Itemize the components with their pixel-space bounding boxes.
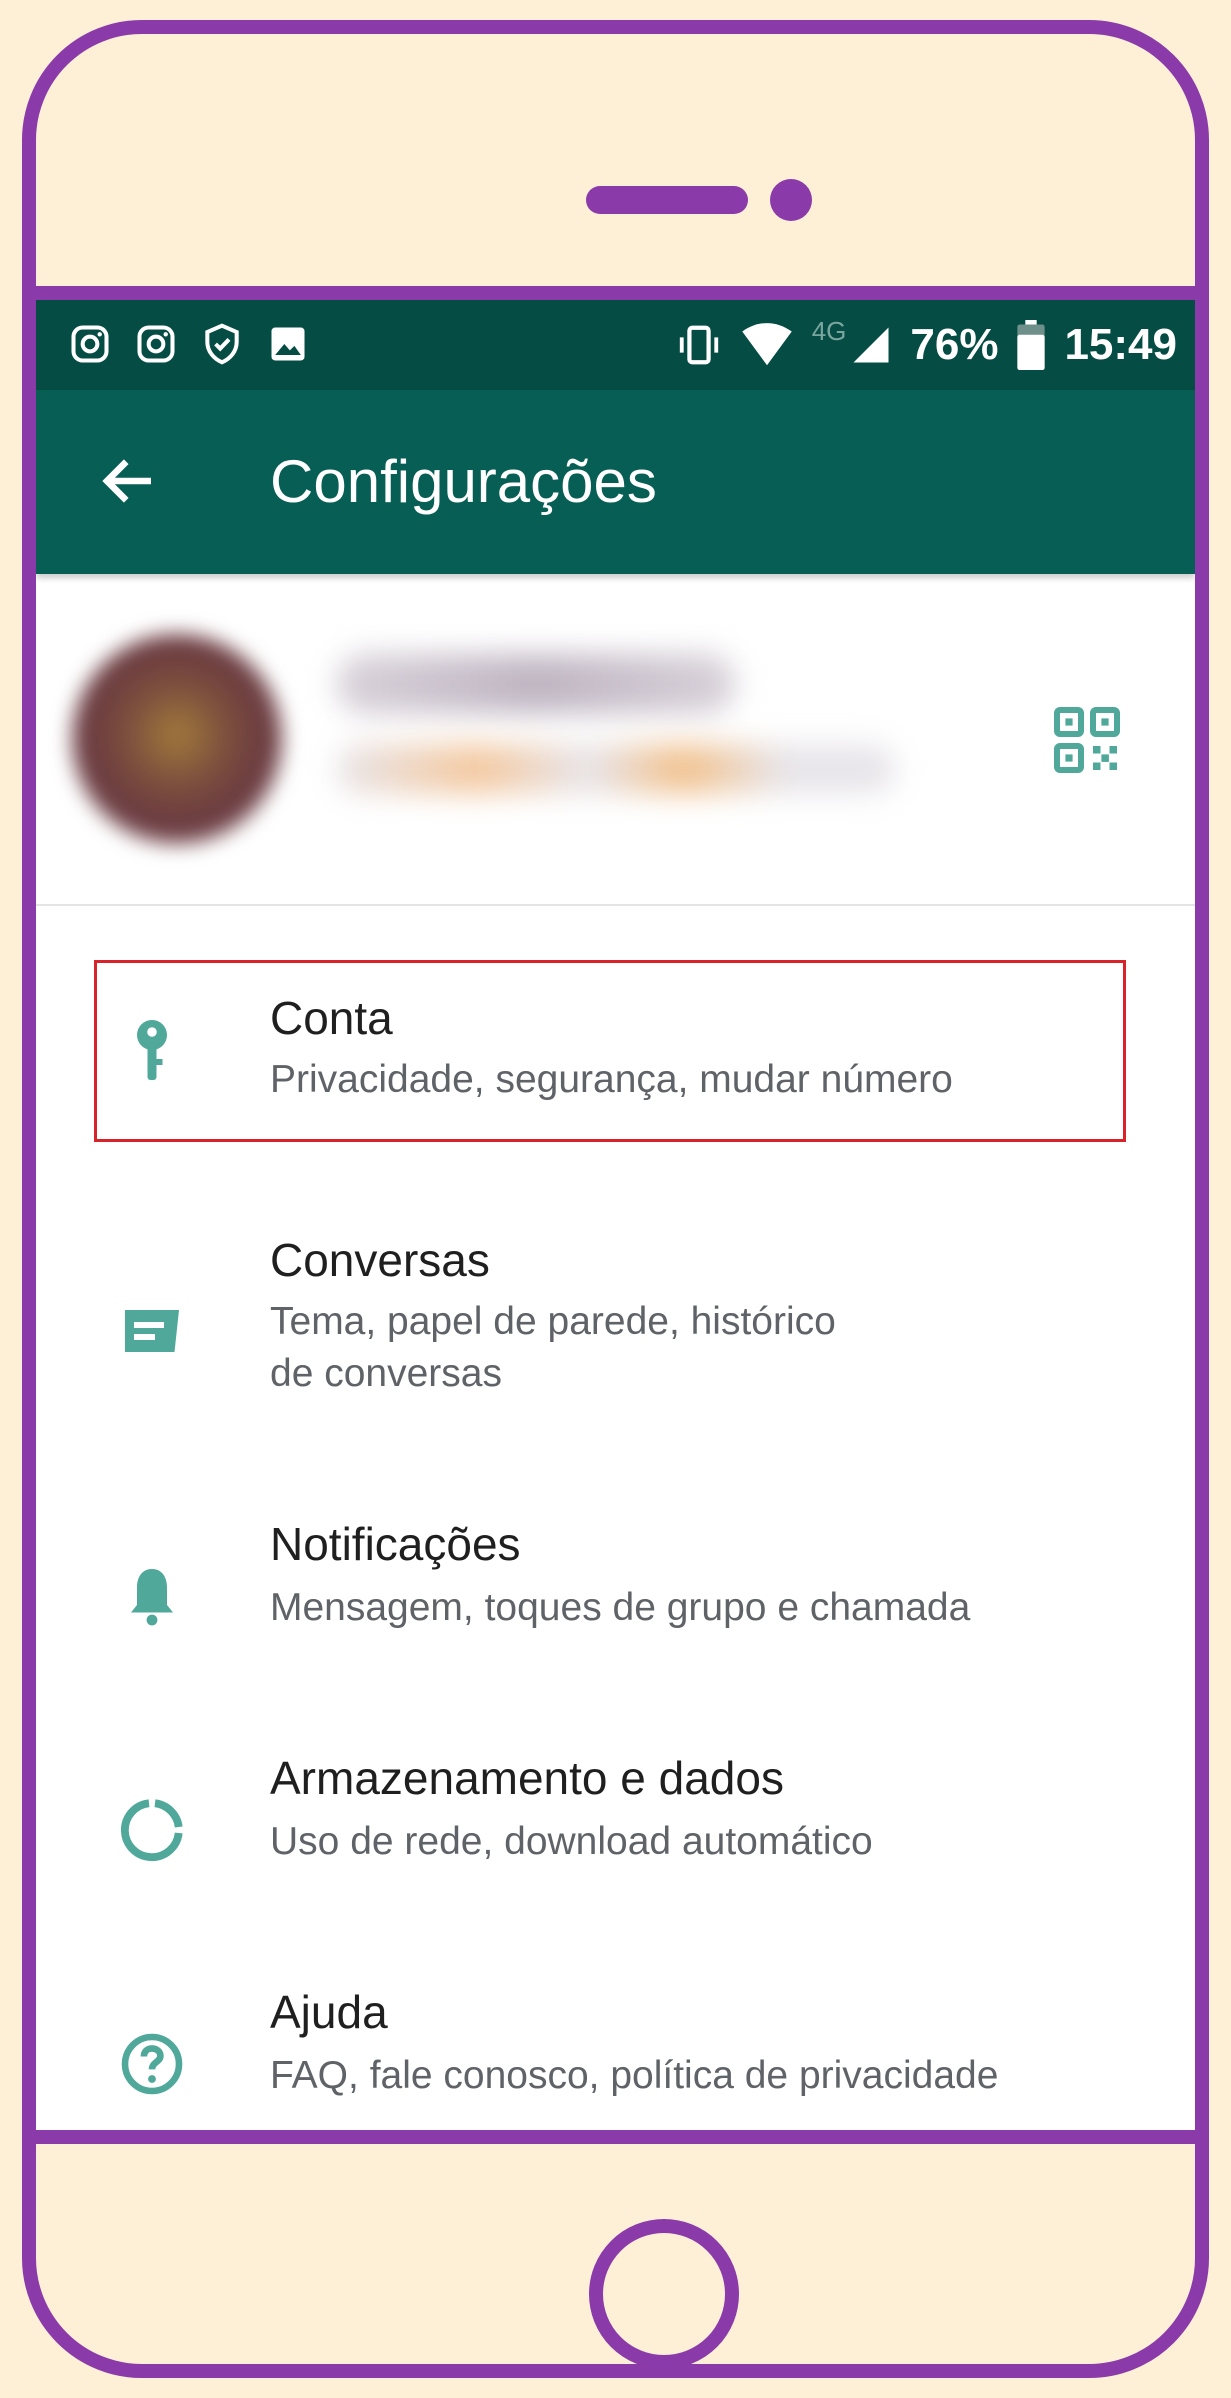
clock: 15:49 [1064, 320, 1177, 369]
phone-speaker [586, 186, 748, 214]
settings-item-storage[interactable]: Armazenamento e dados Uso de rede, downl… [36, 1730, 1195, 1920]
instagram-icon [137, 325, 175, 363]
settings-item-chats[interactable]: Conversas Tema, papel de parede, históri… [36, 1210, 1195, 1470]
status-bar: 4G 76% 15:49 [36, 300, 1195, 390]
chat-icon [125, 1310, 179, 1352]
image-icon [271, 327, 305, 361]
highlight-annotation [94, 960, 1126, 1142]
battery-percent: 76% [910, 320, 999, 369]
app-bar: Configurações [36, 390, 1195, 574]
shield-check-icon [205, 323, 239, 365]
settings-item-title: Ajuda [270, 1986, 388, 2038]
page-title: Configurações [270, 448, 657, 515]
phone-camera [770, 179, 812, 221]
wifi-icon [741, 323, 792, 366]
network-type: 4G [811, 315, 847, 346]
arrow-back-icon[interactable] [96, 448, 162, 514]
help-icon [121, 2033, 183, 2095]
avatar[interactable] [72, 634, 282, 844]
settings-item-title: Armazenamento e dados [270, 1752, 784, 1804]
settings-item-title: Notificações [270, 1518, 521, 1570]
profile-section[interactable] [36, 574, 1195, 906]
home-button[interactable] [589, 2219, 739, 2369]
battery-icon [1017, 320, 1046, 370]
settings-item-notifications[interactable]: Notificações Mensagem, toques de grupo e… [36, 1496, 1195, 1686]
instagram-icon [71, 325, 109, 363]
settings-item-help[interactable]: Ajuda FAQ, fale conosco, política de pri… [36, 1964, 1195, 2130]
phone-screen: 4G 76% 15:49 Configurações Conta Privaci… [36, 286, 1195, 2144]
settings-item-subtitle: Tema, papel de parede, histórico de conv… [270, 1300, 836, 1395]
settings-item-subtitle: Mensagem, toques de grupo e chamada [270, 1586, 971, 1629]
settings-item-subtitle: FAQ, fale conosco, política de privacida… [270, 2054, 999, 2097]
settings-item-subtitle: Uso de rede, download automático [270, 1820, 873, 1863]
signal-icon [853, 327, 889, 363]
bell-icon [131, 1569, 173, 1626]
profile-status-blurred [336, 744, 896, 794]
qr-code-icon[interactable] [1051, 704, 1123, 776]
vibrate-icon [679, 325, 718, 365]
settings-item-title: Conversas [270, 1234, 490, 1286]
profile-name-blurred [336, 654, 736, 714]
data-usage-icon [121, 1799, 183, 1861]
